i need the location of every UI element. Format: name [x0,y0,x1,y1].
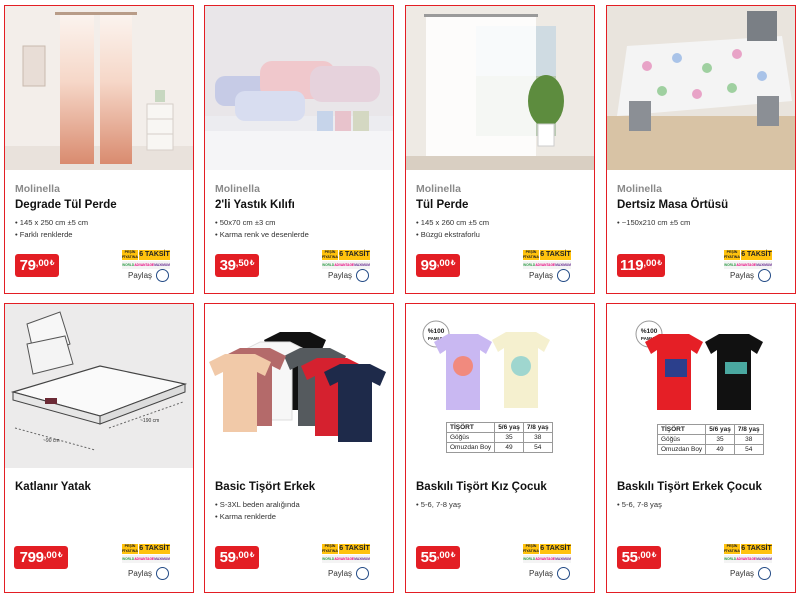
size-table: TİŞÖRT 5/6 yaş 7/8 yaş Göğüs 35 38 Omuzd… [445,422,553,453]
feature-item: • 5-6, 7-8 yaş [416,500,461,509]
installment-badge: PEŞİN FİYATINA 6 TAKSİT WORLD ADVANTAGE MAX… [322,544,370,563]
table-row: Omuzdan Boy 49 54 [656,444,764,455]
share-label: Paylaş [529,569,554,578]
product-image[interactable]: %100 PAMUK TİŞÖRT 5/6 yaş 7/8 yaş Göğüs … [607,304,795,468]
product-image[interactable] [607,6,795,170]
installment-badge: PEŞİN FİYATINA 6 TAKSİT WORLD ADVANTAGE MAX… [523,544,571,563]
product-image[interactable]: %100 PAMUK TİŞÖRT 5/6 yaş 7/8 yaş Göğüs … [406,304,594,468]
product-features: • S-3XL beden aralığında • Karma renkler… [215,499,300,523]
share-icon [758,269,772,282]
share-label: Paylaş [529,271,554,280]
product-image[interactable] [205,304,393,468]
product-brand: Molinella [15,183,60,195]
share-label: Paylaş [730,569,755,578]
share-button[interactable]: Paylaş [128,269,170,282]
table-row: TİŞÖRT 5/6 yaş 7/8 yaş [656,424,764,435]
feature-item: • Karma renk ve desenlerde [215,230,309,239]
product-brand: Molinella [215,183,260,195]
feature-item: • Karma renklerde [215,512,276,521]
installment-badge: PEŞİN FİYATINA 6 TAKSİT WORLD ADVANTAGE MAX… [724,250,772,269]
share-label: Paylaş [730,271,755,280]
product-card[interactable]: Molinella 2'li Yastık Kılıfı • 50x70 cm … [204,5,394,294]
product-features: • 5-6, 7-8 yaş [416,499,461,511]
product-card[interactable]: %100 PAMUK TİŞÖRT 5/6 yaş 7/8 yaş Göğüs … [405,303,595,593]
product-title[interactable]: Baskılı Tişört Kız Çocuk [416,481,547,493]
share-button[interactable]: Paylaş [529,269,571,282]
product-features: • ~150x210 cm ±5 cm [617,217,690,229]
product-title[interactable]: 2'li Yastık Kılıfı [215,199,295,211]
product-features: • 50x70 cm ±3 cm • Karma renk ve desenle… [215,217,309,241]
price-tag: 55,00 ₺ [416,546,460,569]
feature-item: • Büzgü ekstraforlu [416,230,480,239]
price-tag: 799,00 ₺ [14,546,68,569]
product-card[interactable]: ~90 cm ~190 cm Katlanır Yatak 799,00 ₺ PE… [4,303,194,593]
price-tag: 59,00 ₺ [215,546,259,569]
product-title[interactable]: Dertsiz Masa Örtüsü [617,199,728,211]
share-icon [356,567,370,580]
share-button[interactable]: Paylaş [529,567,571,580]
installment-badge: PEŞİN FİYATINA 6 TAKSİT WORLD ADVANTAGE MAX… [122,250,170,269]
product-card[interactable]: Molinella Dertsiz Masa Örtüsü • ~150x210… [606,5,796,294]
price-tag: 99,00 ₺ [416,254,460,277]
share-label: Paylaş [328,271,353,280]
share-label: Paylaş [128,271,153,280]
product-features: • 5-6, 7-8 yaş [617,499,662,511]
feature-item: • S-3XL beden aralığında [215,500,300,509]
table-row: Göğüs 35 38 [656,434,764,445]
mattress-width-label: ~90 cm [43,438,60,444]
product-features: • 145 x 260 cm ±5 cm • Büzgü ekstraforlu [416,217,489,241]
share-button[interactable]: Paylaş [730,269,772,282]
price-tag: 39,50 ₺ [215,254,259,277]
product-title[interactable]: Baskılı Tişört Erkek Çocuk [617,481,762,493]
product-card[interactable]: Molinella Tül Perde • 145 x 260 cm ±5 cm… [405,5,595,294]
product-brand: Molinella [617,183,662,195]
table-row: TİŞÖRT 5/6 yaş 7/8 yaş [445,422,553,433]
feature-item: • 50x70 cm ±3 cm [215,218,276,227]
product-image[interactable]: ~90 cm ~190 cm [5,304,193,468]
product-brand: Molinella [416,183,461,195]
installment-badge: PEŞİN FİYATINA 6 TAKSİT WORLD ADVANTAGE MAX… [322,250,370,269]
product-image[interactable] [406,6,594,170]
price-tag: 55,00 ₺ [617,546,661,569]
feature-item: • ~150x210 cm ±5 cm [617,218,691,227]
product-card[interactable]: Molinella Degrade Tül Perde • 145 x 250 … [4,5,194,294]
feature-item: • 5-6, 7-8 yaş [617,500,662,509]
share-label: Paylaş [328,569,353,578]
product-title[interactable]: Basic Tişört Erkek [215,481,315,493]
feature-item: • Farklı renklerde [15,230,73,239]
installment-badge: PEŞİN FİYATINA 6 TAKSİT WORLD ADVANTAGE MAX… [122,544,170,563]
product-features: • 145 x 250 cm ±5 cm • Farklı renklerde [15,217,88,241]
share-button[interactable]: Paylaş [730,567,772,580]
mattress-length-label: ~190 cm [140,418,159,424]
product-card[interactable]: Basic Tişört Erkek • S-3XL beden aralığı… [204,303,394,593]
price-tag: 79,00 ₺ [15,254,59,277]
share-label: Paylaş [128,569,153,578]
product-title[interactable]: Degrade Tül Perde [15,199,117,211]
share-button[interactable]: Paylaş [128,567,170,580]
price-tag: 119,00 ₺ [617,254,665,277]
product-grid: Molinella Degrade Tül Perde • 145 x 250 … [0,0,800,599]
product-card[interactable]: %100 PAMUK TİŞÖRT 5/6 yaş 7/8 yaş Göğüs … [606,303,796,593]
table-row: Omuzdan Boy 49 54 [445,442,553,453]
product-title[interactable]: Tül Perde [416,199,468,211]
badge-line1: %100 [641,328,658,335]
product-image[interactable] [205,6,393,170]
share-icon [557,269,571,282]
installment-badge: PEŞİN FİYATINA 6 TAKSİT WORLD ADVANTAGE MAX… [523,250,571,269]
product-image[interactable] [5,6,193,170]
share-icon [557,567,571,580]
product-title[interactable]: Katlanır Yatak [15,481,91,493]
share-button[interactable]: Paylaş [328,269,370,282]
installment-badge: PEŞİN FİYATINA 6 TAKSİT WORLD ADVANTAGE MAX… [724,544,772,563]
share-icon [758,567,772,580]
table-row: Göğüs 35 38 [445,432,553,443]
share-icon [356,269,370,282]
feature-item: • 145 x 250 cm ±5 cm [15,218,89,227]
feature-item: • 145 x 260 cm ±5 cm [416,218,490,227]
share-button[interactable]: Paylaş [328,567,370,580]
size-table: TİŞÖRT 5/6 yaş 7/8 yaş Göğüs 35 38 Omuzd… [656,424,764,455]
badge-line1: %100 [428,328,445,335]
share-icon [156,567,170,580]
share-icon [156,269,170,282]
